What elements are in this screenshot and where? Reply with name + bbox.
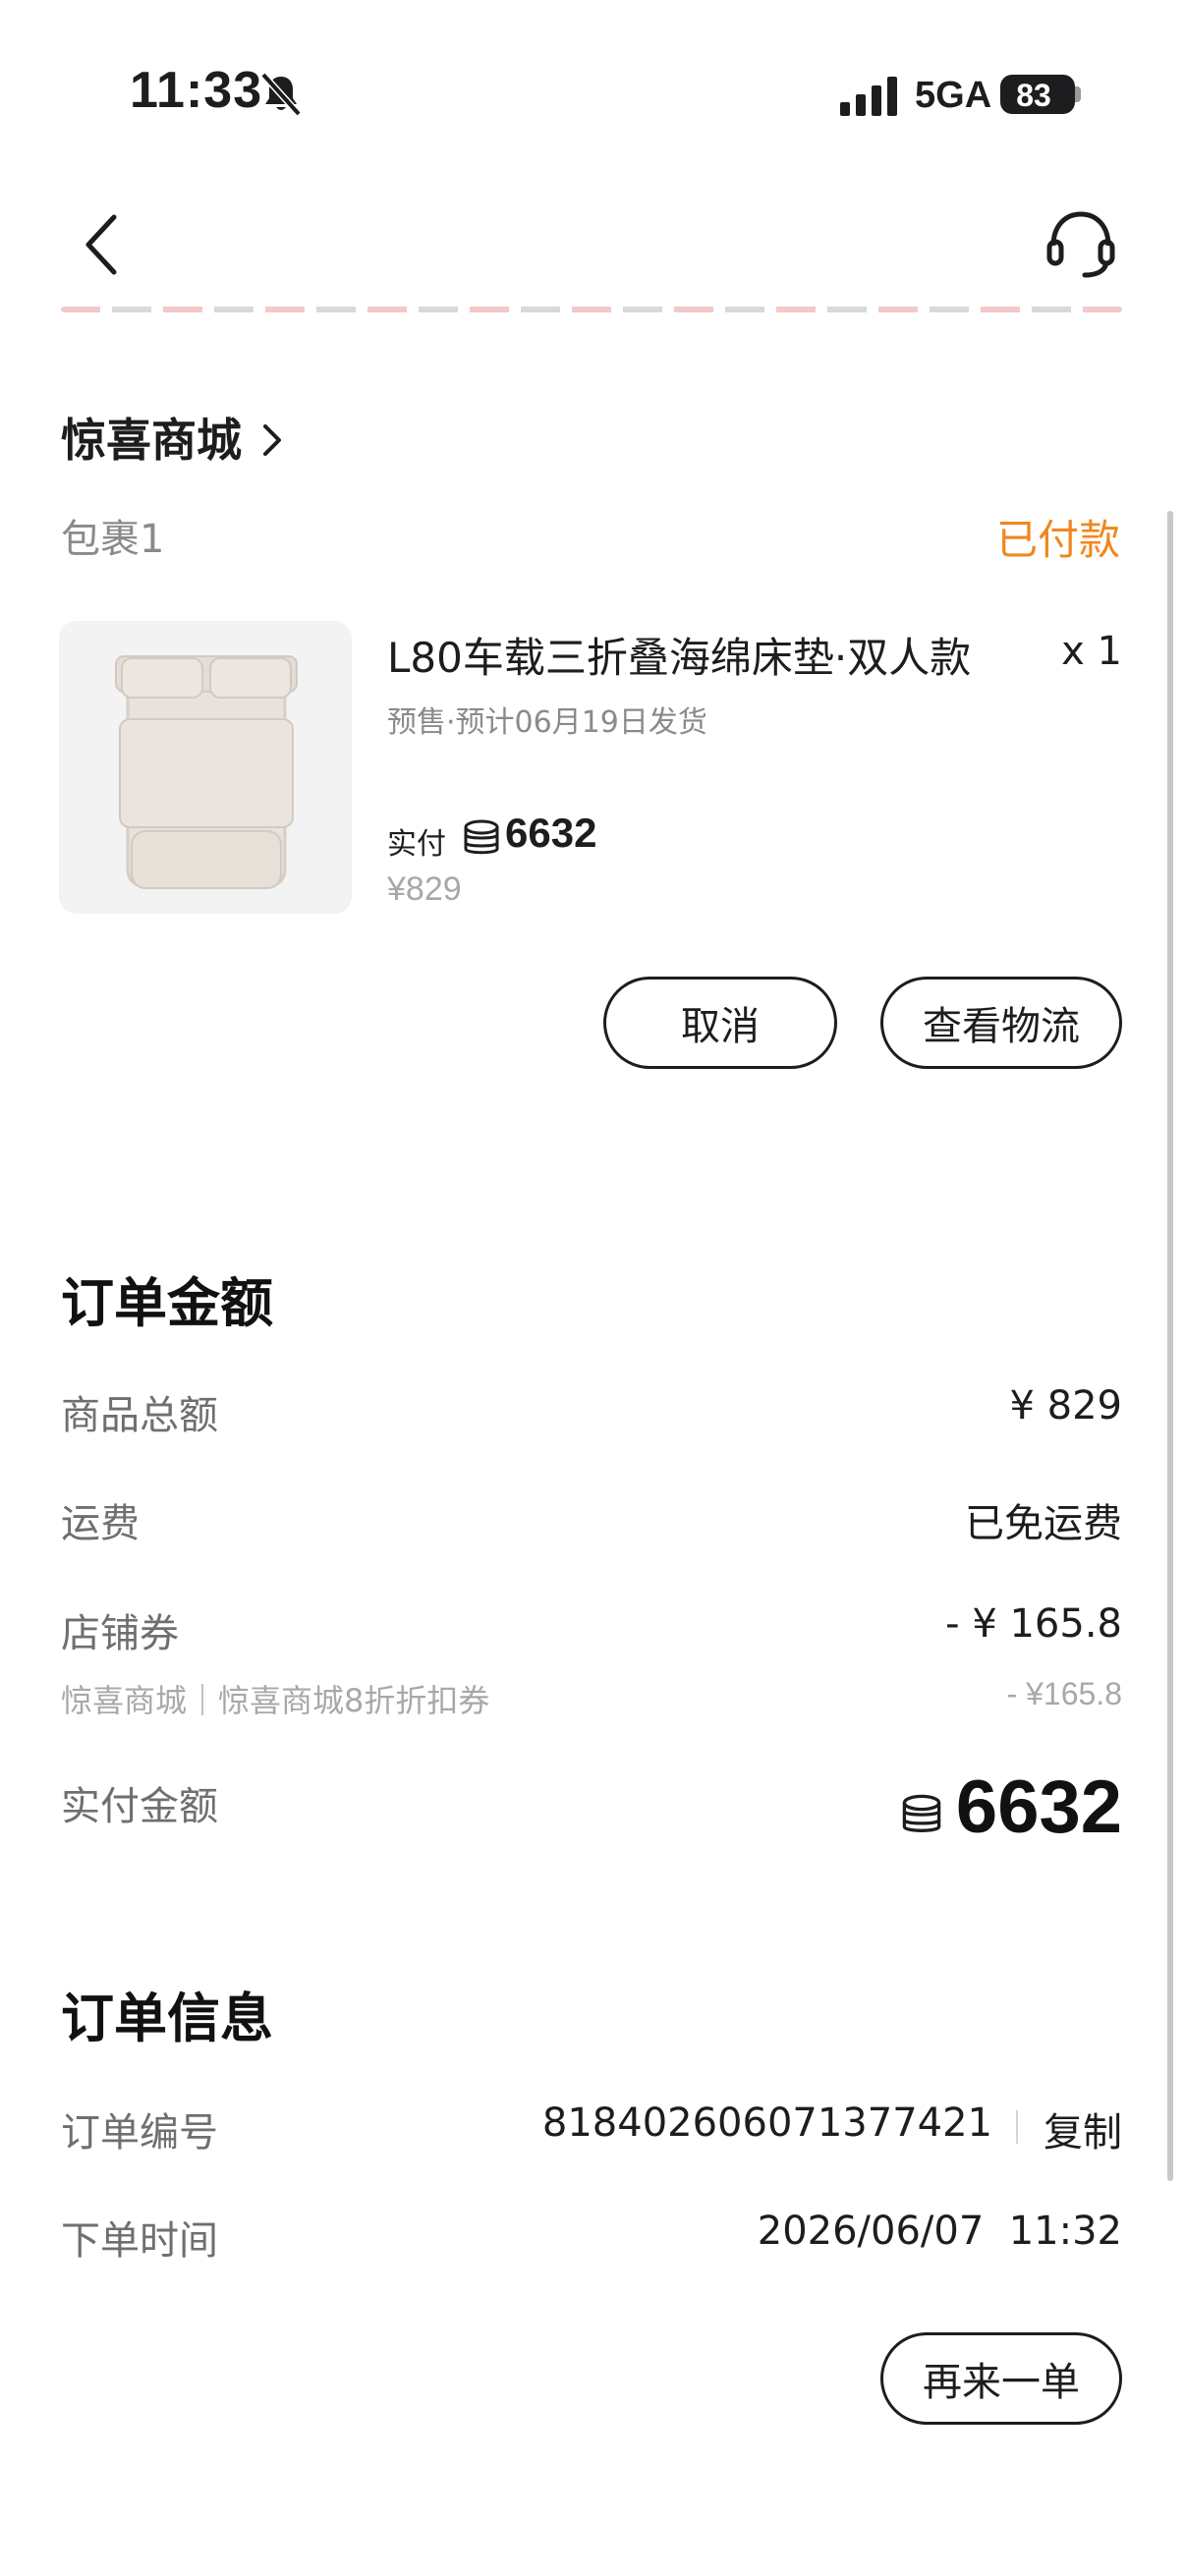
divider xyxy=(1016,2110,1018,2144)
coupon-value: - ¥ 165.8 xyxy=(945,1601,1122,1647)
dashed-divider xyxy=(61,307,1122,312)
scrollbar[interactable] xyxy=(1167,511,1173,2181)
order-status-badge: 已付款 xyxy=(995,516,1120,564)
chevron-right-icon[interactable] xyxy=(257,420,287,460)
shipping-value: 已免运费 xyxy=(965,1501,1122,1546)
paid-value: 6632 xyxy=(505,810,597,856)
total-label: 实付金额 xyxy=(61,1784,218,1829)
view-logistics-button[interactable]: 查看物流 xyxy=(880,977,1122,1069)
coin-icon xyxy=(902,1794,941,1832)
headset-icon[interactable] xyxy=(1044,206,1118,281)
coupon-detail-label: 惊喜商城｜惊喜商城8折折扣券 xyxy=(61,1682,490,1719)
subtotal-label: 商品总额 xyxy=(61,1393,218,1438)
copy-button[interactable]: 复制 xyxy=(1044,2100,1122,2157)
battery-tip xyxy=(1075,86,1081,102)
store-name[interactable]: 惊喜商城 xyxy=(61,405,242,470)
cancel-button[interactable]: 取消 xyxy=(603,977,837,1069)
order-number-label: 订单编号 xyxy=(61,2110,218,2156)
mattress-image xyxy=(59,621,352,914)
battery-level: 83 xyxy=(1016,78,1051,113)
bell-slash-icon xyxy=(260,72,302,117)
coin-icon xyxy=(464,819,499,855)
original-price: ¥829 xyxy=(387,870,462,908)
product-title[interactable]: L80车载三折叠海绵床垫·双人款 xyxy=(387,625,971,685)
network-label: 5GA xyxy=(915,75,992,116)
signal-icon xyxy=(840,77,897,116)
order-amount-title: 订单金额 xyxy=(61,1272,273,1334)
package-label: 包裹1 xyxy=(61,517,165,562)
coupon-label: 店铺券 xyxy=(61,1611,179,1656)
status-time: 11:33 xyxy=(130,62,263,119)
order-number-value: 818402606071377421 xyxy=(541,2100,992,2146)
product-image[interactable] xyxy=(59,621,352,914)
presale-info: 预售·预计06月19日发货 xyxy=(387,705,707,740)
reorder-button[interactable]: 再来一单 xyxy=(880,2332,1122,2425)
product-quantity: x 1 xyxy=(1061,629,1122,674)
paid-label: 实付 xyxy=(387,827,446,862)
coupon-detail-value: - ¥165.8 xyxy=(1006,1676,1122,1711)
order-info-title: 订单信息 xyxy=(61,1988,273,2049)
total-value: 6632 xyxy=(955,1765,1122,1849)
chevron-left-icon[interactable] xyxy=(79,211,128,278)
subtotal-value: ¥ 829 xyxy=(1009,1383,1122,1428)
shipping-label: 运费 xyxy=(61,1501,140,1546)
order-time-value: 2026/06/07 11:32 xyxy=(757,2209,1122,2254)
order-time-label: 下单时间 xyxy=(61,2218,218,2264)
